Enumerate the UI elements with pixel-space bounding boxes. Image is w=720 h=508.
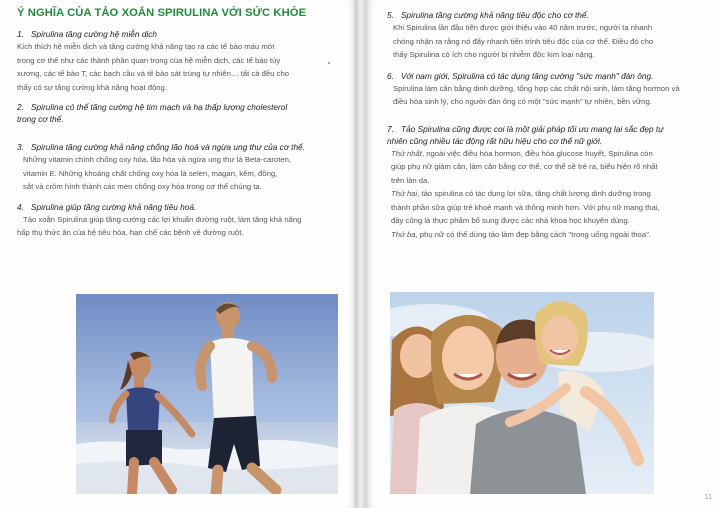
brochure-spread: Ý NGHĨA CỦA TẢO XOẮN SPIRULINA VỚI SỨC K… bbox=[0, 0, 720, 508]
benefit-item-6: 6. Với nam giới, Spirulina có tác dụng tă… bbox=[387, 70, 706, 109]
benefit-body: Spirulina làm cân bằng dinh dưỡng, tổng … bbox=[393, 83, 680, 107]
page-number: 11 bbox=[704, 494, 712, 501]
benefit-item-4: 4. Spirulina giúp tăng cường khả năng tiê… bbox=[17, 201, 345, 240]
benefit-body: Kích thích hệ miễn dịch và tăng cường kh… bbox=[17, 42, 290, 92]
benefit-body: Những vitamin chính chống oxy hóa, lão h… bbox=[23, 155, 292, 191]
benefit-item-3: 3. Spirulina tăng cường khả năng chống lã… bbox=[17, 141, 345, 194]
benefit-item-2: 2. Spirulina có thể tăng cường hệ tim mạc… bbox=[17, 101, 345, 125]
benefit-body: Khi Spirulina lần đầu tiên được giới thi… bbox=[393, 23, 654, 59]
benefit-heading: 2. Spirulina có thể tăng cường hệ tim mạc… bbox=[17, 102, 288, 112]
benefit-heading: 5. Spirulina tăng cường khả năng tiêu độc… bbox=[387, 10, 589, 20]
happy-family-photo bbox=[390, 292, 654, 494]
benefit-item-7: 7. Tảo Spirulina cũng được coi là một giả… bbox=[387, 123, 706, 242]
benefit-heading: 3. Spirulina tăng cường khả năng chống lã… bbox=[17, 142, 305, 152]
benefit-body: Thứ nhất, ngoài việc điều hòa hormon, đi… bbox=[391, 148, 660, 239]
benefit-heading: 4. Spirulina giúp tăng cường khả năng tiê… bbox=[17, 201, 197, 212]
benefit-heading: 1. Spirulina tăng cường hệ miễn dịch bbox=[17, 29, 158, 39]
jogging-couple-photo bbox=[76, 294, 338, 494]
benefit-heading-cont: trong cơ thể. bbox=[17, 114, 64, 124]
benefit-item-5: 5. Spirulina tăng cường khả năng tiêu độc… bbox=[387, 9, 706, 62]
benefit-body: Tảo xoắn Spirulina giúp tăng cường các l… bbox=[17, 214, 302, 238]
benefit-heading: 6. Với nam giới, Spirulina có tác dụng tă… bbox=[387, 70, 654, 81]
stray-mark bbox=[328, 62, 330, 64]
page-title: Ý NGHĨA CỦA TẢO XOẮN SPIRULINA VỚI SỨC K… bbox=[17, 7, 307, 19]
benefit-heading-cont: nhiên cũng nhiều tác động rất hữu hiệu c… bbox=[387, 135, 603, 146]
benefit-item-1: 1. Spirulina tăng cường hệ miễn dịch Kích… bbox=[17, 28, 345, 94]
page-gutter bbox=[355, 0, 367, 508]
benefit-heading: 7. Tảo Spirulina cũng được coi là một giả… bbox=[387, 123, 664, 134]
